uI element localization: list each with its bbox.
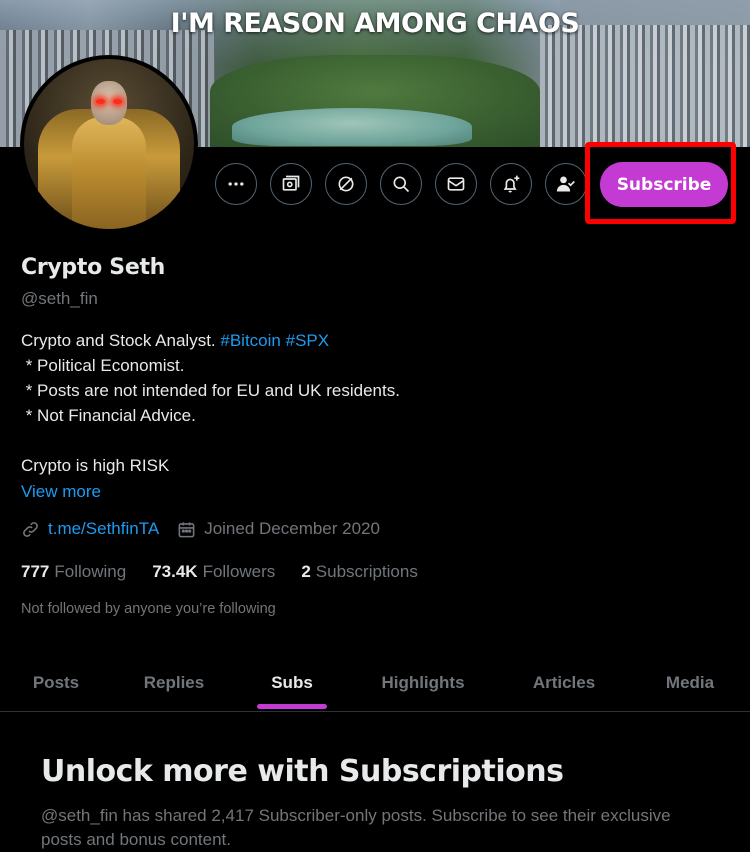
avatar-image	[24, 59, 194, 229]
no-ads-icon	[338, 176, 354, 192]
bio-line: * Not Financial Advice.	[21, 406, 196, 425]
hashtag-link[interactable]: #Bitcoin	[220, 331, 280, 350]
grok-button[interactable]	[270, 163, 312, 205]
active-tab-indicator	[257, 704, 327, 709]
view-more-link[interactable]: View more	[21, 482, 101, 502]
banner-buildings-right	[540, 25, 750, 147]
banner-title: I'M REASON AMONG CHAOS	[170, 8, 580, 39]
profile-stats: 777 Following 73.4K Followers 2 Subscriptio…	[21, 562, 444, 582]
bio-line: * Political Economist.	[21, 356, 185, 375]
profile-name: Crypto Seth	[21, 255, 166, 280]
calendar-icon	[178, 521, 195, 537]
tab-media[interactable]: Media	[630, 655, 750, 711]
profile-tabs: Posts Replies Subs Highlights Articles M…	[0, 655, 750, 712]
more-icon	[228, 182, 244, 186]
bio-line: Crypto and Stock Analyst. #Bitcoin #SPX	[21, 331, 330, 350]
profile-bio: Crypto and Stock Analyst. #Bitcoin #SPX …	[21, 328, 400, 478]
banner-lake	[232, 108, 472, 146]
tab-posts[interactable]: Posts	[0, 655, 112, 711]
followers-stat[interactable]: 73.4K Followers	[152, 562, 275, 582]
profile-link[interactable]: t.me/SethfinTA	[48, 519, 159, 539]
message-icon	[447, 177, 465, 191]
tab-highlights[interactable]: Highlights	[348, 655, 498, 711]
search-icon	[393, 176, 410, 193]
tab-subs[interactable]: Subs	[236, 655, 348, 711]
following-button[interactable]	[545, 163, 587, 205]
following-stat[interactable]: 777 Following	[21, 562, 126, 582]
message-button[interactable]	[435, 163, 477, 205]
search-button[interactable]	[380, 163, 422, 205]
bio-line: * Posts are not intended for EU and UK r…	[21, 381, 400, 400]
block-ads-button[interactable]	[325, 163, 367, 205]
link-icon	[23, 521, 38, 537]
bio-line: Crypto is high RISK	[21, 456, 170, 475]
highlight-annotation	[585, 142, 736, 224]
notification-add-icon	[503, 175, 520, 193]
tab-articles[interactable]: Articles	[498, 655, 630, 711]
grok-icon	[282, 175, 300, 191]
more-button[interactable]	[215, 163, 257, 205]
avatar[interactable]	[20, 55, 198, 233]
tab-replies[interactable]: Replies	[112, 655, 236, 711]
subscriptions-description: @seth_fin has shared 2,417 Subscriber-on…	[41, 806, 671, 849]
joined-date: Joined December 2020	[204, 519, 380, 538]
profile-handle: @seth_fin	[21, 289, 98, 308]
subscriptions-stat[interactable]: 2 Subscriptions	[301, 562, 418, 582]
profile-meta: t.me/SethfinTA Joined December 2020	[21, 519, 380, 539]
notifications-button[interactable]	[490, 163, 532, 205]
not-followed-note: Not followed by anyone you’re following	[21, 601, 276, 617]
subscriptions-title: Unlock more with Subscriptions	[41, 754, 564, 789]
following-icon	[556, 176, 575, 192]
hashtag-link[interactable]: #SPX	[286, 331, 329, 350]
